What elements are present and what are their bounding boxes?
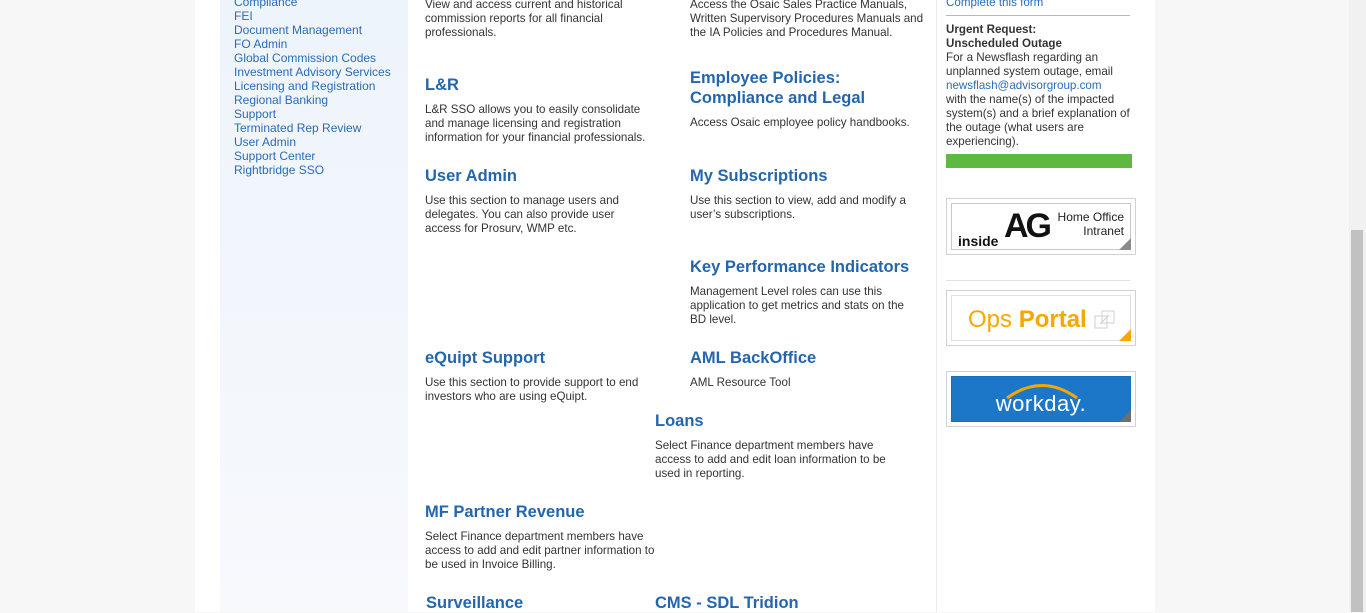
lr-desc: L&R SSO allows you to easily consolidate…	[425, 103, 646, 144]
equipt-support-desc: Use this section to provide support to e…	[425, 376, 639, 403]
external-link-icon	[1094, 310, 1115, 329]
status-green-bar	[946, 154, 1132, 168]
newsflash-email-link[interactable]: newsflash@advisorgroup.com	[946, 79, 1101, 92]
ops-portal-tile[interactable]: Ops Portal	[946, 290, 1136, 346]
sidebar-item-terminated-rep-review[interactable]: Terminated Rep Review	[234, 121, 361, 135]
urgent-request-title: Urgent Request:	[946, 23, 1037, 36]
mf-partner-revenue-desc: Select Finance department members have a…	[425, 530, 655, 571]
user-admin-desc: Use this section to manage users and del…	[425, 194, 619, 235]
loans-desc: Select Finance department members have a…	[655, 439, 886, 480]
sidebar-item-global-commission-codes[interactable]: Global Commission Codes	[234, 51, 376, 65]
portal-word: Portal	[1018, 306, 1087, 333]
scrollbar-thumb[interactable]	[1351, 230, 1363, 612]
urgent-request-text-2: with the name(s) of the impacted system(…	[946, 93, 1130, 148]
equipt-support-title[interactable]: eQuipt Support	[425, 348, 545, 368]
intranet-home-office-text: Home Office Intranet	[1058, 210, 1124, 238]
ops-portal-tile-inner: Ops Portal	[951, 295, 1131, 341]
sidebar-item-fo-admin[interactable]: FO Admin	[234, 37, 287, 51]
workday-tile[interactable]: workday.	[946, 371, 1136, 427]
sidebar-item-support-center[interactable]: Support Center	[234, 149, 315, 163]
sidebar-item-user-admin[interactable]: User Admin	[234, 135, 296, 149]
sidebar-item-document-management[interactable]: Document Management	[234, 23, 362, 37]
sidebar-item-licensing-and-registration[interactable]: Licensing and Registration	[234, 79, 375, 93]
ops-word: Ops	[968, 306, 1013, 333]
corner-arrow-icon	[1119, 329, 1131, 341]
corner-arrow-icon	[1119, 238, 1131, 250]
right-column-divider	[936, 0, 937, 612]
commission-reports-desc: View and access current and historical c…	[425, 0, 623, 39]
sidebar-item-investment-advisory-services[interactable]: Investment Advisory Services	[234, 65, 391, 79]
aml-backoffice-title[interactable]: AML BackOffice	[690, 348, 816, 368]
intranet-tile-inner: inside AG Home Office Intranet	[951, 203, 1131, 250]
loans-title[interactable]: Loans	[655, 411, 704, 431]
sidebar-item-regional-banking[interactable]: Regional Banking	[234, 93, 328, 107]
divider-line	[946, 15, 1130, 16]
urgent-request-subtitle: Unscheduled Outage	[946, 37, 1062, 50]
workday-tile-inner: workday.	[951, 376, 1131, 422]
cms-sdl-tridion-title[interactable]: CMS - SDL Tridion	[655, 593, 799, 613]
employee-policies-desc: Access Osaic employee policy handbooks.	[690, 116, 910, 129]
complete-form-link[interactable]: Complete this form	[946, 0, 1043, 10]
urgent-request-block: Urgent Request: Unscheduled Outage For a…	[946, 23, 1132, 149]
divider-line-2	[946, 280, 1130, 281]
kpi-desc: Management Level roles can use this appl…	[690, 285, 904, 326]
mf-partner-revenue-title[interactable]: MF Partner Revenue	[425, 502, 585, 522]
my-subscriptions-title[interactable]: My Subscriptions	[690, 166, 828, 186]
ops-portal-label: Ops Portal	[968, 306, 1087, 334]
sidebar-item-rightbridge-sso[interactable]: Rightbridge SSO	[234, 163, 324, 177]
intranet-line1: Home Office	[1057, 210, 1124, 224]
sidebar-item-compliance[interactable]: Compliance	[234, 0, 297, 9]
sidebar-nav: Compliance FEI Document Management FO Ad…	[220, 0, 408, 612]
my-subscriptions-desc: Use this section to view, add and modify…	[690, 194, 906, 221]
kpi-title[interactable]: Key Performance Indicators	[690, 257, 909, 277]
intranet-line2: Intranet	[1083, 224, 1124, 238]
intranet-tile[interactable]: inside AG Home Office Intranet	[946, 198, 1136, 255]
urgent-request-text: For a Newsflash regarding an unplanned s…	[946, 51, 1113, 78]
sidebar-item-fei[interactable]: FEI	[234, 9, 253, 23]
ag-logo-icon: AG	[1004, 207, 1052, 245]
employee-policies-title[interactable]: Employee Policies: Compliance and Legal	[690, 68, 890, 108]
aml-backoffice-desc: AML Resource Tool	[690, 376, 791, 389]
lr-title[interactable]: L&R	[425, 75, 459, 95]
surveillance-title[interactable]: Surveillance	[426, 593, 523, 613]
user-admin-title[interactable]: User Admin	[425, 166, 517, 186]
workday-label: workday.	[995, 391, 1087, 416]
corner-arrow-icon	[1119, 410, 1131, 422]
intranet-inside-text: inside	[958, 233, 999, 249]
sidebar-item-support[interactable]: Support	[234, 107, 276, 121]
sales-manuals-desc: Access the Osaic Sales Practice Manuals,…	[690, 0, 924, 39]
